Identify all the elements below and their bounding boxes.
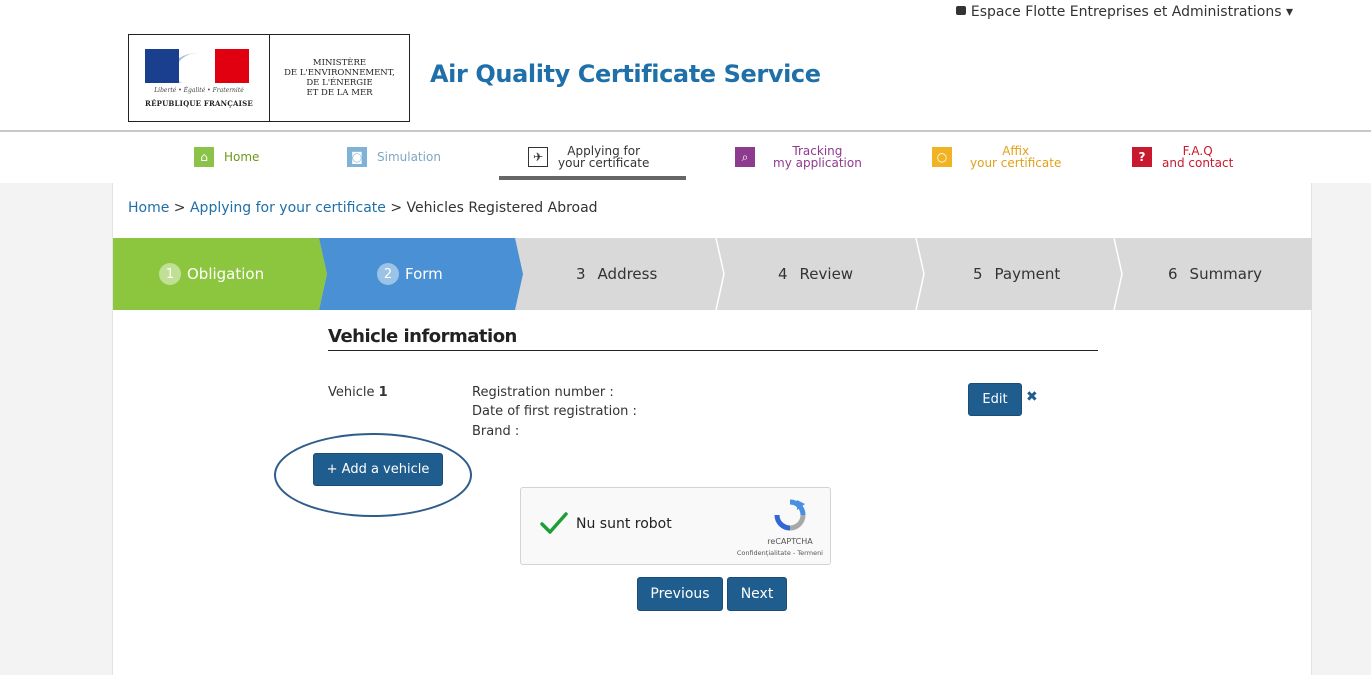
registration-number-field: Registration number :: [472, 385, 614, 400]
previous-button[interactable]: Previous: [637, 577, 723, 611]
account-menu-label: Espace Flotte Entreprises et Administrat…: [970, 4, 1293, 20]
nav-divider: [0, 130, 1371, 132]
checkmark-icon[interactable]: [539, 508, 569, 538]
ministry-name: MINISTÈRE DE L'ENVIRONNEMENT, DE L'ÉNERG…: [284, 58, 395, 98]
breadcrumb-current: Vehicles Registered Abroad: [406, 200, 598, 216]
ministry-logo[interactable]: Liberté • Égalité • Fraternité RÉPUBLIQU…: [128, 34, 410, 122]
breadcrumb-applying-link[interactable]: Applying for your certificate: [190, 200, 386, 216]
step-form: 2 Form: [377, 238, 443, 310]
recaptcha-widget[interactable]: Nu sunt robot reCAPTCHA Confidențialitat…: [520, 487, 831, 565]
nav-item-home[interactable]: ⌂ Home: [194, 134, 259, 180]
site-title[interactable]: Air Quality Certificate Service: [430, 60, 821, 88]
breadcrumb-home-link[interactable]: Home: [128, 200, 169, 216]
nav-item-tracking[interactable]: ⌕ Tracking my application: [735, 134, 862, 180]
next-button[interactable]: Next: [727, 577, 787, 611]
search-icon: ⌕: [735, 147, 755, 167]
step-review: 4 Review: [778, 265, 854, 283]
account-menu[interactable]: Espace Flotte Entreprises et Administrat…: [955, 4, 1293, 20]
step-summary: 6 Summary: [1168, 265, 1263, 283]
lock-icon: [955, 6, 966, 15]
page-gutter-right: [1312, 183, 1371, 675]
highlight-ellipse: [274, 433, 472, 517]
home-icon: ⌂: [194, 147, 214, 167]
car-icon: ◙: [347, 147, 367, 167]
recaptcha-label: Nu sunt robot: [576, 516, 672, 532]
logo-devise: Liberté • Égalité • Fraternité: [154, 87, 244, 94]
first-registration-date-field: Date of first registration :: [472, 404, 637, 419]
nav-item-simulation[interactable]: ◙ Simulation: [347, 134, 441, 180]
paper-plane-icon: ✈: [528, 147, 548, 167]
remove-vehicle-icon[interactable]: ✖: [1026, 389, 1038, 405]
question-icon: ?: [1132, 147, 1152, 167]
recaptcha-logo-icon: [774, 499, 806, 531]
step-obligation[interactable]: 1 Obligation: [159, 238, 264, 310]
circle-icon: ○: [932, 147, 952, 167]
section-divider: [328, 350, 1098, 351]
breadcrumb: Home > Applying for your certificate > V…: [128, 200, 598, 216]
nav-item-affix[interactable]: ○ Affix your certificate: [932, 134, 1061, 180]
nav-item-faq[interactable]: ? F.A.Q and contact: [1132, 134, 1233, 180]
vehicle-label: Vehicle 1: [328, 385, 388, 400]
recaptcha-brand: reCAPTCHA: [767, 537, 813, 546]
section-title: Vehicle information: [328, 326, 517, 347]
nav-item-applying[interactable]: ✈ Applying for your certificate: [528, 134, 649, 180]
nav-active-indicator: [499, 176, 686, 180]
brand-field: Brand :: [472, 424, 520, 439]
marianne-logo: Liberté • Égalité • Fraternité RÉPUBLIQU…: [129, 35, 270, 121]
progress-steps-shapes: [113, 238, 1312, 310]
edit-vehicle-button[interactable]: Edit: [968, 383, 1022, 416]
logo-republic: RÉPUBLIQUE FRANÇAISE: [145, 99, 253, 108]
recaptcha-links[interactable]: Confidențialitate - Termeni: [711, 549, 823, 557]
step-address: 3 Address: [576, 265, 658, 283]
step-payment: 5 Payment: [973, 265, 1061, 283]
page-gutter-left: [0, 183, 112, 675]
progress-steps: 1 Obligation 2 Form 3 Address 4 Review 5 Paym…: [113, 238, 1312, 310]
